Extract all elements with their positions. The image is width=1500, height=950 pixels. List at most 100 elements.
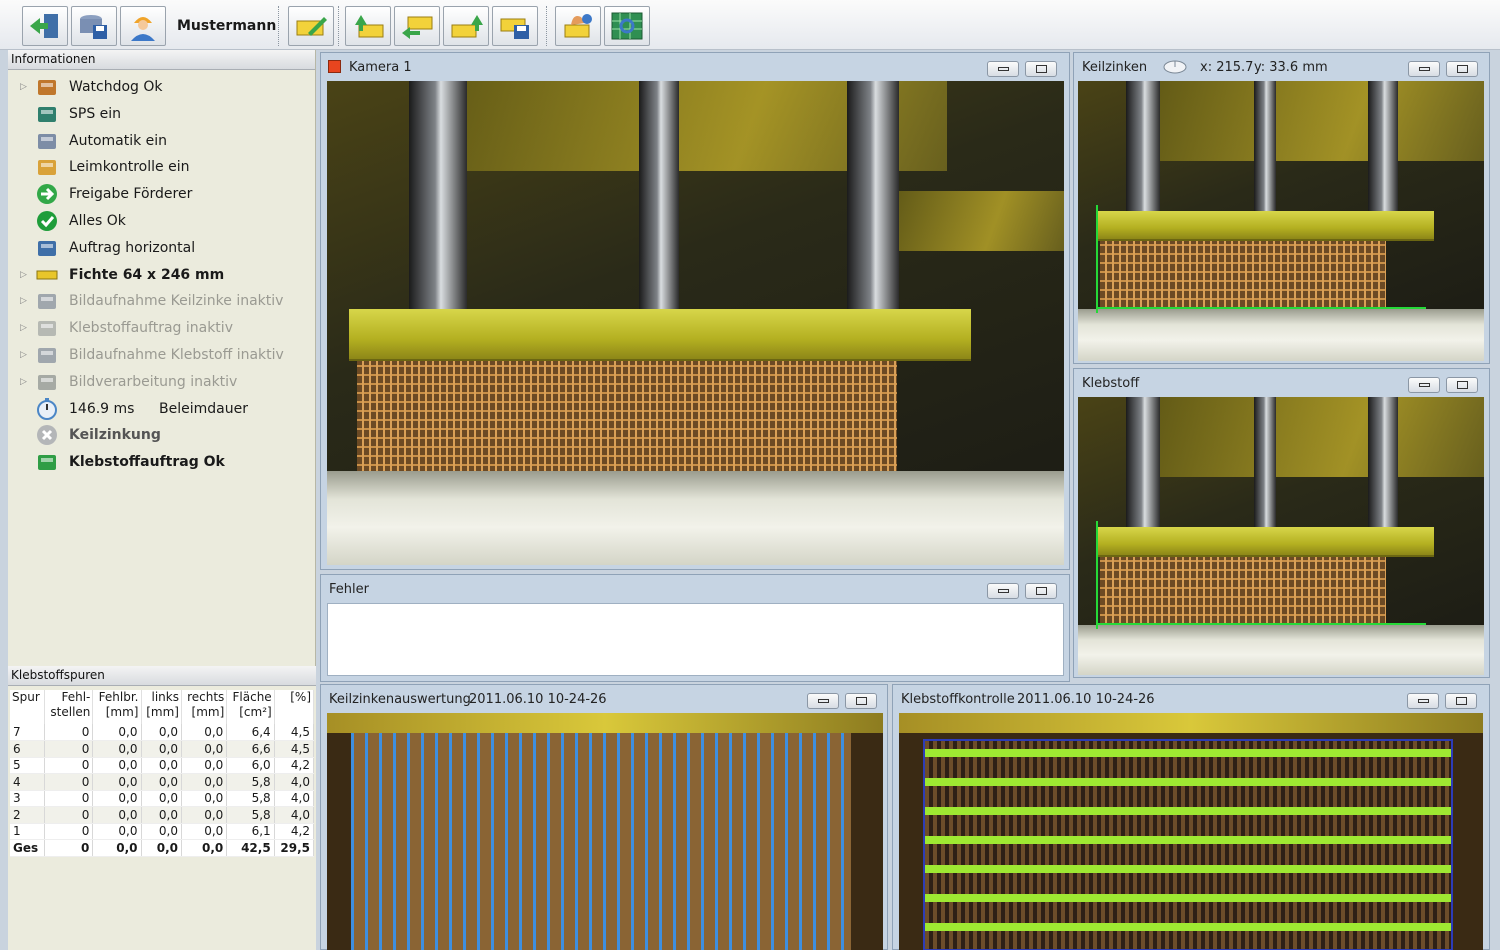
table-cell: 0 xyxy=(44,757,94,774)
login-button[interactable] xyxy=(22,6,68,46)
info-item[interactable]: ▷ Watchdog Ok xyxy=(8,74,308,100)
import-button[interactable] xyxy=(345,6,391,46)
user-icon xyxy=(131,17,155,41)
info-item-label: Fichte 64 x 246 mm xyxy=(69,266,225,283)
table-cell: 0,0 xyxy=(92,773,142,791)
maximize-button[interactable] xyxy=(1025,61,1057,77)
minimize-button[interactable] xyxy=(1408,377,1440,393)
expand-arrow-icon[interactable]: ▷ xyxy=(20,82,27,92)
info-item: Klebstoffauftrag Ok xyxy=(8,449,308,475)
table-row[interactable]: 2 0 0,0 0,0 0,0 5,8 4,0 xyxy=(10,806,315,824)
wood-board-icon xyxy=(36,264,60,286)
table-cell: 0,0 xyxy=(141,806,182,824)
column-header[interactable]: Fläche [cm²] xyxy=(226,690,275,724)
info-panel-header: Informationen xyxy=(8,50,315,70)
table-row[interactable]: 4 0 0,0 0,0 0,0 5,8 4,0 xyxy=(10,773,315,791)
info-item[interactable]: ▷ Bildverarbeitung inaktiv xyxy=(8,369,308,395)
minimize-button[interactable] xyxy=(987,61,1019,77)
coord-y: y: 33.6 mm xyxy=(1254,60,1328,75)
column-header[interactable]: [%] xyxy=(274,690,315,724)
table-cell: 0,0 xyxy=(141,823,182,840)
column-header[interactable]: Fehl-stellen xyxy=(44,690,94,724)
table-cell: 0,0 xyxy=(141,724,182,741)
maximize-button[interactable] xyxy=(1446,377,1478,393)
save-data-button[interactable] xyxy=(492,6,538,46)
maximize-button[interactable] xyxy=(845,693,877,709)
maximize-button[interactable] xyxy=(1445,693,1477,709)
window-title: Klebstoff xyxy=(1082,376,1140,391)
info-item-label: Freigabe Förderer xyxy=(69,186,193,203)
minimize-button[interactable] xyxy=(1408,61,1440,77)
column-header[interactable]: links [mm] xyxy=(141,690,182,724)
info-item[interactable]: ▷ Klebstoffauftrag inaktiv xyxy=(8,315,308,341)
info-item: Auftrag horizontal xyxy=(8,235,308,261)
keilzinken-window: Keilzinken x: 215.7 y: 33.6 mm xyxy=(1073,52,1490,364)
transfer-button[interactable] xyxy=(394,6,440,46)
table-row[interactable]: 5 0 0,0 0,0 0,0 6,0 4,2 xyxy=(10,757,315,774)
settings-hand-button[interactable] xyxy=(555,6,601,46)
expand-arrow-icon[interactable]: ▷ xyxy=(20,350,27,360)
info-item: Keilzinkung xyxy=(8,422,308,448)
expand-arrow-icon[interactable]: ▷ xyxy=(20,323,27,333)
window-timestamp: 2011.06.10 10-24-26 xyxy=(469,692,607,707)
table-cell: 0,0 xyxy=(92,839,142,857)
stopwatch-icon xyxy=(36,397,60,420)
maximize-button[interactable] xyxy=(1025,583,1057,599)
info-item-label: Auftrag horizontal xyxy=(69,239,196,256)
column-header-line: [%] xyxy=(290,690,311,704)
table-row[interactable]: 1 0 0,0 0,0 0,0 6,1 4,2 xyxy=(10,823,315,840)
calibration-button[interactable] xyxy=(604,6,650,46)
expand-arrow-icon[interactable]: ▷ xyxy=(20,377,27,387)
column-header-line: [mm] xyxy=(105,705,139,719)
expand-arrow-icon[interactable]: ▷ xyxy=(20,270,27,280)
info-item-label: Klebstoffauftrag Ok xyxy=(69,454,225,471)
table-cell: 4,0 xyxy=(274,806,315,824)
user-button[interactable] xyxy=(120,6,166,46)
maximize-button[interactable] xyxy=(1446,61,1478,77)
error-list[interactable] xyxy=(327,603,1064,676)
window-title: Keilzinkenauswertung xyxy=(329,692,471,707)
table-cell: 4,2 xyxy=(274,757,315,774)
column-header[interactable]: rechts [mm] xyxy=(181,690,228,724)
minimize-button[interactable] xyxy=(807,693,839,709)
toolbar-separator xyxy=(546,6,548,46)
table-cell: 7 xyxy=(10,724,46,741)
table-cell: 0,0 xyxy=(181,823,228,840)
table-cell: 4,5 xyxy=(274,740,315,758)
table-row[interactable]: 7 0 0,0 0,0 0,0 6,4 4,5 xyxy=(10,724,315,741)
table-cell: 0,0 xyxy=(181,757,228,774)
minimize-button[interactable] xyxy=(1407,693,1439,709)
klebstoffkontrolle-image xyxy=(899,713,1483,950)
toolbar-separator xyxy=(278,6,280,46)
info-item[interactable]: ▷ Bildaufnahme Klebstoff inaktiv xyxy=(8,342,308,368)
table-cell: 3 xyxy=(10,790,46,807)
green-arrow-icon xyxy=(36,183,60,205)
minimize-button[interactable] xyxy=(987,583,1019,599)
info-item[interactable]: ▷ Fichte 64 x 246 mm xyxy=(8,262,308,288)
transfer-icon xyxy=(402,16,433,39)
table-row[interactable]: 3 0 0,0 0,0 0,0 5,8 4,0 xyxy=(10,790,315,807)
database-save-button[interactable] xyxy=(71,6,117,46)
expand-arrow-icon[interactable]: ▷ xyxy=(20,296,27,306)
klebstoffspuren-section: Klebstoffspuren Spur Fehl-stellen Fehlbr.[… xyxy=(8,666,316,950)
table-cell: 2 xyxy=(10,806,46,824)
info-item[interactable]: ▷ Bildaufnahme Keilzinke inaktiv xyxy=(8,288,308,314)
table-cell: 29,5 xyxy=(274,839,315,857)
table-cell: 4,2 xyxy=(274,823,315,840)
table-row[interactable]: 6 0 0,0 0,0 0,0 6,6 4,5 xyxy=(10,740,315,758)
calibration-icon xyxy=(611,12,643,40)
camera-icon xyxy=(36,344,60,366)
column-header-line: stellen xyxy=(50,705,91,719)
table-cell: 0,0 xyxy=(181,773,228,791)
gears-icon xyxy=(36,130,60,152)
table-cell: 0 xyxy=(44,823,94,840)
table-cell: 6,0 xyxy=(226,757,275,774)
column-header-line: [cm²] xyxy=(239,705,272,719)
left-panel: Informationen ▷ Watchdog Ok SPS ein Automat… xyxy=(8,50,316,950)
export-button[interactable] xyxy=(443,6,489,46)
column-header[interactable]: Fehlbr. [mm] xyxy=(92,690,142,724)
column-header[interactable]: Spur xyxy=(10,690,46,724)
info-item-label: Bildaufnahme Klebstoff inaktiv xyxy=(69,347,284,363)
edit-button[interactable] xyxy=(288,6,334,46)
gray-x-icon xyxy=(36,424,60,446)
